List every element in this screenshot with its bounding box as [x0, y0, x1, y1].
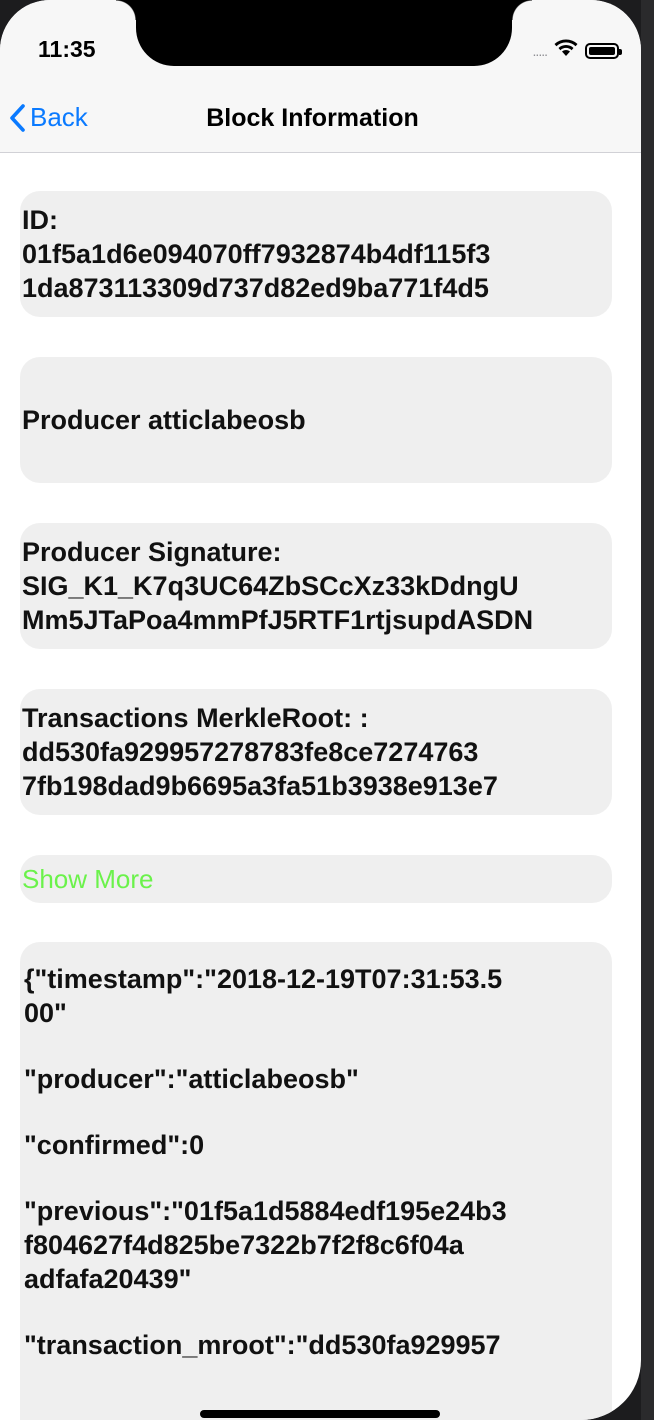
- signature-value-line-2: Mm5JTaPoa4mmPfJ5RTF1rtjsupdASDN: [22, 605, 534, 635]
- navigation-bar: Back Block Information: [0, 88, 641, 153]
- signature-value-line-1: SIG_K1_K7q3UC64ZbSCcXz33kDdngU: [22, 571, 519, 601]
- status-time: 11:35: [38, 36, 96, 62]
- json-previous: "previous":"01f5a1d5884edf195e24b3 f8046…: [24, 1196, 507, 1294]
- json-producer: "producer":"atticlabeosb": [24, 1064, 359, 1094]
- battery-icon: [585, 42, 622, 59]
- block-id-card: ID: 01f5a1d6e094070ff7932874b4df115f3 1d…: [20, 191, 612, 317]
- device-notch: [116, 0, 532, 66]
- json-transaction-mroot: "transaction_mroot":"dd530fa929957: [24, 1330, 501, 1360]
- producer-text: Producer atticlabeosb: [22, 405, 306, 435]
- id-value-line-1: 01f5a1d6e094070ff7932874b4df115f3: [22, 239, 491, 269]
- producer-card: Producer atticlabeosb: [20, 357, 612, 483]
- signal-dots-icon: .....: [532, 42, 548, 59]
- merkle-root-card: Transactions MerkleRoot: : dd530fa929957…: [20, 689, 612, 815]
- wifi-icon: [553, 38, 579, 63]
- signature-label: Producer Signature:: [22, 537, 282, 567]
- json-details-card: {"timestamp":"2018-12-19T07:31:53.5 00" …: [20, 942, 612, 1420]
- merkle-value-line-2: 7fb198dad9b6695a3fa51b3938e913e7: [22, 771, 498, 801]
- device-edge: [641, 0, 654, 1420]
- merkle-label: Transactions MerkleRoot: :: [22, 703, 369, 733]
- show-more-label: Show More: [22, 864, 154, 894]
- json-timestamp: {"timestamp":"2018-12-19T07:31:53.5 00": [24, 964, 503, 1028]
- merkle-value-line-1: dd530fa929957278783fe8ce7274763: [22, 737, 479, 767]
- phone-screen: 11:35 ..... Back Block Information ID: 0…: [0, 0, 641, 1420]
- id-value-line-2: 1da873113309d737d82ed9ba771f4d5: [22, 273, 489, 303]
- json-confirmed: "confirmed":0: [24, 1130, 205, 1160]
- page-title: Block Information: [206, 104, 419, 132]
- show-more-button[interactable]: Show More: [20, 855, 612, 903]
- signature-card: Producer Signature: SIG_K1_K7q3UC64ZbSCc…: [20, 523, 612, 649]
- id-label: ID:: [22, 205, 58, 235]
- home-indicator[interactable]: [200, 1410, 440, 1418]
- status-icons: .....: [532, 38, 622, 63]
